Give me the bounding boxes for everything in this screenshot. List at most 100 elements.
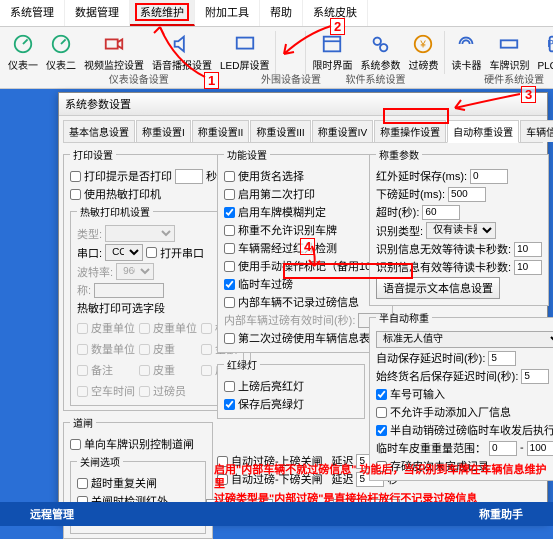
gauge-icon	[12, 33, 34, 55]
group-label: 硬件系统设置	[484, 71, 544, 86]
inp-name	[94, 283, 164, 298]
ribbon-tab-sysmgmt[interactable]: 系统管理	[0, 0, 65, 26]
ribbon-tab-addon[interactable]: 附加工具	[195, 0, 260, 26]
dtab-w2[interactable]: 称重设置II	[192, 120, 250, 142]
l: 识别信息有效等待读卡秒数:	[376, 259, 511, 275]
ritem-timeui[interactable]: 限时界面	[308, 31, 356, 74]
ritem-plate[interactable]: 车牌识别	[485, 31, 533, 74]
dtab-basic[interactable]: 基本信息设置	[63, 120, 135, 142]
ritem-voice[interactable]: 语音播报设置	[148, 31, 216, 74]
dtab-w3[interactable]: 称重设置III	[250, 120, 310, 142]
callout-num-4: 4	[300, 238, 315, 255]
inp-d1[interactable]	[488, 351, 516, 366]
chk-ga[interactable]	[77, 478, 88, 489]
legend: 称重参数	[376, 147, 422, 162]
sel-type	[105, 225, 175, 242]
chk-f7[interactable]	[224, 297, 235, 308]
ribbon-tab-help[interactable]: 帮助	[260, 0, 303, 26]
label: 单向车牌识别控制道闸	[84, 436, 194, 452]
inp-tolb[interactable]	[527, 441, 553, 456]
ritem-video[interactable]: 视频监控设置	[80, 31, 148, 74]
label: 语音播报设置	[152, 57, 212, 72]
dtab-w4[interactable]: 称重设置IV	[312, 120, 373, 142]
ribbon-group-hard: 读卡器 车牌识别 PLCPLC设置 硬件系统设置	[445, 31, 553, 74]
chk-f	[139, 386, 150, 397]
ritem-led[interactable]: LED屏设置	[216, 31, 273, 74]
fs-wparam: 称重参数 红外延时保存(ms): 下磅延时(ms): 超时(秒): 识别类型:仅…	[369, 147, 549, 306]
legend: 热敏打印机设置	[77, 204, 153, 219]
dtab-w1[interactable]: 称重设置I	[136, 120, 191, 142]
inp-rd[interactable]	[514, 242, 542, 257]
l: 内部车辆不记录过磅信息	[238, 294, 359, 310]
l: 保存后亮绿灯	[238, 396, 304, 412]
ritem-plc[interactable]: PLCPLC设置	[533, 31, 553, 74]
svg-text:¥: ¥	[420, 40, 427, 51]
sep: -	[520, 442, 524, 454]
chk-secondary[interactable]	[224, 333, 235, 344]
hot-fields: 皮重单位 皮重单位 标签 数量单位 皮重 金额 备注 皮重 皮重 空车时间 过磅…	[77, 318, 237, 401]
ritem-sysparam[interactable]: 系统参数	[356, 31, 404, 74]
dtab-vehicle[interactable]: 车辆信息维护设置	[520, 120, 553, 142]
chk-irb[interactable]	[224, 399, 235, 410]
l: 第二次过磅使用车辆信息表	[238, 330, 370, 346]
chk-c1[interactable]	[376, 389, 387, 400]
inp-prompt-sec[interactable]	[175, 169, 203, 184]
l: 不允许手动添加入厂信息	[390, 404, 511, 420]
dtab-auto[interactable]: 自动称重设置	[447, 120, 519, 143]
ribbon-tab-sysmaint[interactable]: 系统维护	[130, 0, 195, 26]
inp-to[interactable]	[422, 205, 460, 220]
inp-ir[interactable]	[470, 169, 508, 184]
ritem-reader[interactable]: 读卡器	[447, 31, 485, 74]
chk-print-prompt[interactable]	[70, 171, 81, 182]
l: 上磅后亮红灯	[238, 378, 304, 394]
chk-c2[interactable]	[376, 407, 387, 418]
l: 下磅延时(ms):	[376, 186, 445, 202]
inp-d2[interactable]	[521, 369, 549, 384]
chk-f	[201, 323, 212, 334]
l: 备注	[91, 362, 113, 378]
ritem-meter2[interactable]: 仪表二	[42, 31, 80, 74]
label: 仪表二	[46, 57, 76, 72]
chk-openport[interactable]	[146, 247, 157, 258]
l: 半自动销磅过磅临时车收发后执行	[390, 422, 553, 438]
chk-f4[interactable]	[224, 243, 235, 254]
label: 热敏打印可选字段	[77, 300, 165, 316]
footer-banner: 远程管理 称重助手	[0, 502, 553, 526]
plate-icon	[498, 33, 520, 55]
dialog-title: 系统参数设置	[59, 93, 547, 116]
ribbon-tab-datamgmt[interactable]: 数据管理	[65, 0, 130, 26]
chk-f6[interactable]	[224, 279, 235, 290]
col-mid: 功能设置 使用货名选择 启用第二次打印 启用车牌模糊判定 称重不允许识别车牌 车…	[217, 147, 365, 489]
chk-f	[77, 323, 88, 334]
label: 系统参数	[360, 57, 400, 72]
chk-f5[interactable]	[224, 261, 235, 272]
chk-single[interactable]	[70, 439, 81, 450]
chk-f	[77, 344, 88, 355]
btn-voice[interactable]: 语音提示文本信息设置	[376, 277, 500, 299]
l: 皮重	[153, 341, 175, 357]
l: 临时车皮重重量范围：	[376, 440, 486, 456]
l: 自动保存延迟时间(秒):	[376, 350, 485, 366]
l: 启用第二次打印	[238, 186, 315, 202]
chk-c3[interactable]	[376, 425, 387, 436]
l: 称重不允许识别车牌	[238, 222, 337, 238]
chk-f0[interactable]	[224, 171, 235, 182]
inp-tola[interactable]	[489, 441, 517, 456]
chk-ira[interactable]	[224, 381, 235, 392]
chk-f3[interactable]	[224, 225, 235, 236]
ritem-fee[interactable]: ¥过磅费	[404, 31, 442, 74]
chk-hot[interactable]	[70, 189, 81, 200]
sel-port[interactable]: COM2	[105, 244, 143, 261]
sel-semi[interactable]: 标准无人值守	[376, 331, 553, 348]
inp-st[interactable]	[448, 187, 486, 202]
sel-idtype[interactable]: 仅有读卡器	[426, 222, 496, 239]
dtab-op[interactable]: 称重操作设置	[374, 120, 446, 142]
inp-rd2[interactable]	[514, 260, 542, 275]
chk-f2[interactable]	[224, 207, 235, 218]
money-icon: ¥	[412, 33, 434, 55]
ritem-meter1[interactable]: 仪表一	[4, 31, 42, 74]
window-icon	[321, 33, 343, 55]
chk-f	[77, 386, 88, 397]
chk-f1[interactable]	[224, 189, 235, 200]
fs-ir: 红绿灯 上磅后亮红灯 保存后亮绿灯	[217, 357, 365, 419]
